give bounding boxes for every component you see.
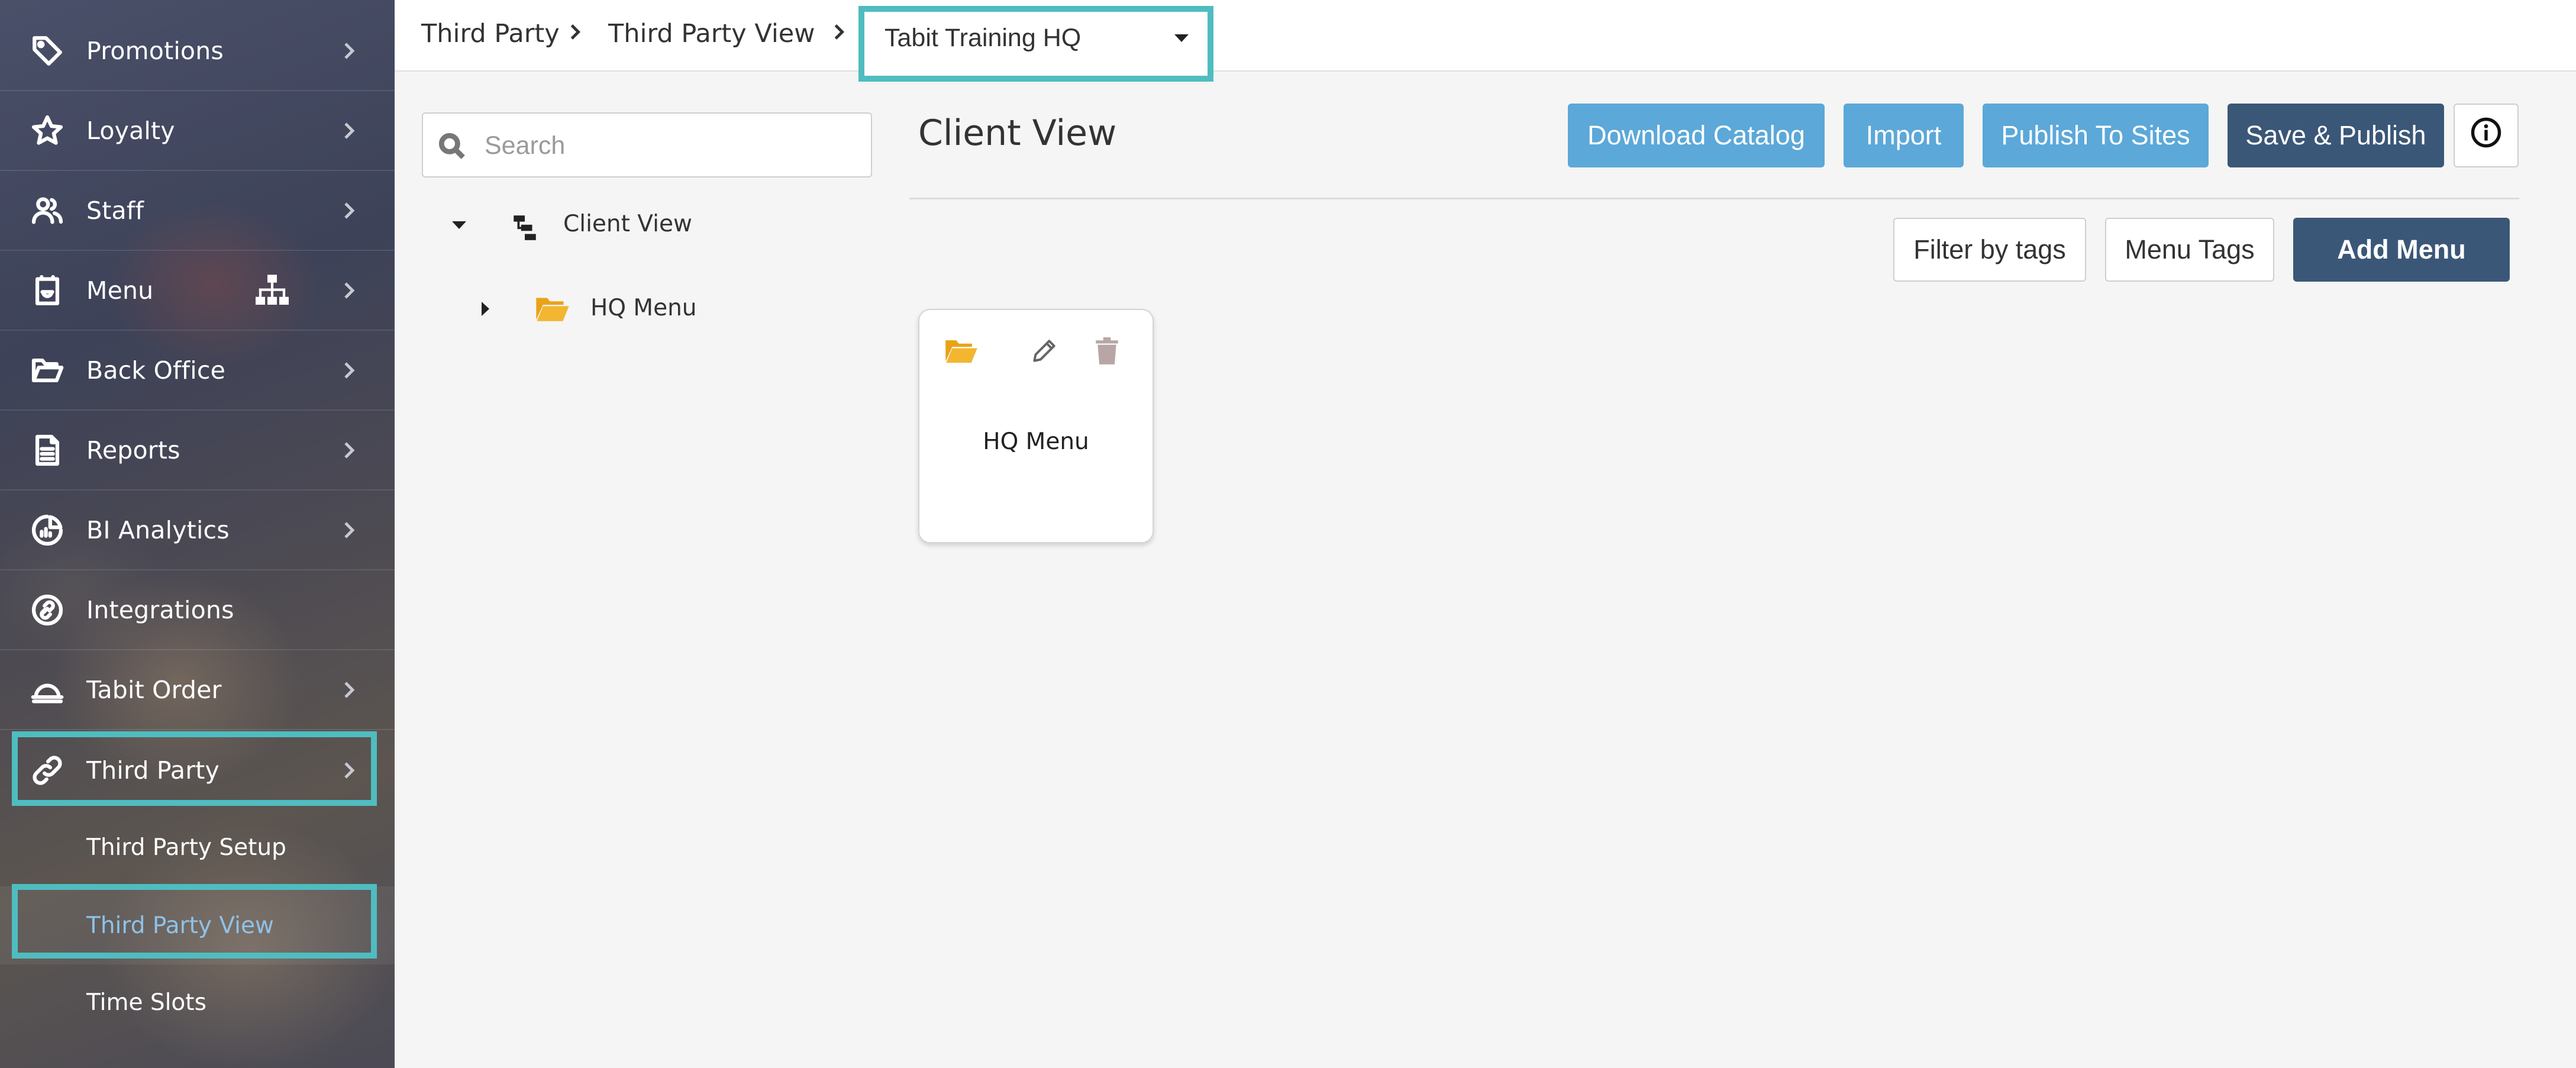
sidebar-subitem-label: Time Slots — [86, 989, 206, 1016]
chevron-right-icon — [340, 362, 358, 379]
chevron-right-icon — [831, 24, 847, 40]
integrations-icon — [30, 592, 65, 628]
chevron-right-icon — [340, 122, 358, 140]
sidebar-item-label: Reports — [86, 436, 180, 464]
breadcrumb-third-party-view[interactable]: Third Party View — [608, 19, 815, 49]
folder-open-icon[interactable] — [944, 336, 979, 369]
sidebar-item-integrations[interactable]: Integrations — [0, 571, 395, 650]
analytics-icon — [30, 512, 65, 548]
chevron-right-icon — [340, 762, 358, 779]
star-icon — [30, 113, 65, 149]
sidebar-item-label: Tabit Order — [86, 676, 222, 704]
sidebar-item-label: Integrations — [86, 596, 234, 624]
link-icon — [30, 753, 65, 788]
breadcrumb-third-party[interactable]: Third Party — [421, 19, 560, 49]
hierarchy-icon — [510, 213, 540, 246]
sidebar-item-label: Loyalty — [86, 117, 175, 145]
chevron-right-icon — [567, 24, 583, 40]
users-icon — [30, 193, 65, 228]
chevron-right-icon — [340, 202, 358, 220]
sidebar-item-staff[interactable]: Staff — [0, 172, 395, 251]
sidebar-item-label: Menu — [86, 276, 154, 305]
search-box — [422, 112, 872, 178]
search-input[interactable] — [485, 128, 851, 163]
sidebar-subitem-third-party-view[interactable]: Third Party View — [0, 886, 395, 964]
sitemap-icon[interactable] — [253, 272, 291, 309]
sidebar-item-reports[interactable]: Reports — [0, 411, 395, 491]
sidebar-item-promotions[interactable]: Promotions — [0, 12, 395, 91]
cloche-icon — [30, 672, 65, 708]
chevron-right-icon — [340, 441, 358, 459]
folder-open-icon — [535, 293, 570, 327]
sidebar-subitem-label: Third Party View — [86, 912, 274, 939]
add-menu-button[interactable]: Add Menu — [2293, 218, 2510, 282]
filter-by-tags-button[interactable]: Filter by tags — [1893, 218, 2086, 282]
tree-node-hq-menu[interactable]: HQ Menu — [590, 295, 697, 321]
edit-icon[interactable] — [1029, 336, 1059, 369]
folder-open-icon — [30, 353, 65, 388]
sidebar-item-back-office[interactable]: Back Office — [0, 331, 395, 411]
sidebar-item-label: Third Party — [86, 756, 220, 785]
chevron-right-icon — [340, 42, 358, 60]
sidebar: Promotions Loyalty Staff Menu Back Offic… — [0, 0, 395, 1068]
caret-down-icon — [1174, 34, 1189, 42]
info-icon — [2470, 117, 2502, 155]
save-publish-button[interactable]: Save & Publish — [2228, 104, 2444, 167]
sidebar-subitem-time-slots[interactable]: Time Slots — [0, 963, 395, 1041]
tag-icon — [30, 33, 65, 69]
chevron-right-icon — [340, 681, 358, 699]
sidebar-item-tabit-order[interactable]: Tabit Order — [0, 651, 395, 730]
menu-tags-button[interactable]: Menu Tags — [2105, 218, 2274, 282]
chevron-right-icon — [340, 521, 358, 539]
sidebar-subitem-third-party-setup[interactable]: Third Party Setup — [0, 808, 395, 886]
sidebar-item-bi-analytics[interactable]: BI Analytics — [0, 491, 395, 570]
download-catalog-button[interactable]: Download Catalog — [1568, 104, 1825, 167]
sidebar-item-label: BI Analytics — [86, 516, 230, 544]
trash-icon[interactable] — [1093, 336, 1121, 369]
import-button[interactable]: Import — [1844, 104, 1964, 167]
sidebar-item-label: Promotions — [86, 37, 224, 65]
sidebar-item-loyalty[interactable]: Loyalty — [0, 92, 395, 171]
sidebar-item-menu[interactable]: Menu — [0, 251, 395, 331]
publish-to-sites-button[interactable]: Publish To Sites — [1983, 104, 2209, 167]
tree-expand-caret-icon[interactable] — [482, 302, 489, 316]
document-icon — [30, 433, 65, 468]
sidebar-item-label: Staff — [86, 196, 144, 225]
info-button[interactable] — [2454, 104, 2519, 167]
divider — [909, 198, 2519, 199]
menu-card[interactable]: HQ Menu — [918, 309, 1154, 543]
menu-card-label: HQ Menu — [983, 428, 1089, 455]
site-select-dropdown[interactable]: Tabit Training HQ — [858, 6, 1213, 82]
chevron-right-icon — [340, 282, 358, 299]
tree-node-client-view[interactable]: Client View — [563, 211, 692, 237]
menu-icon — [30, 273, 65, 308]
sidebar-subitem-label: Third Party Setup — [86, 834, 286, 861]
search-icon — [437, 131, 467, 161]
sidebar-item-third-party[interactable]: Third Party — [0, 731, 395, 810]
site-select-value: Tabit Training HQ — [885, 24, 1082, 52]
page-title: Client View — [918, 112, 1117, 154]
sidebar-item-label: Back Office — [86, 356, 226, 385]
tree-expand-caret-icon[interactable] — [452, 221, 466, 229]
